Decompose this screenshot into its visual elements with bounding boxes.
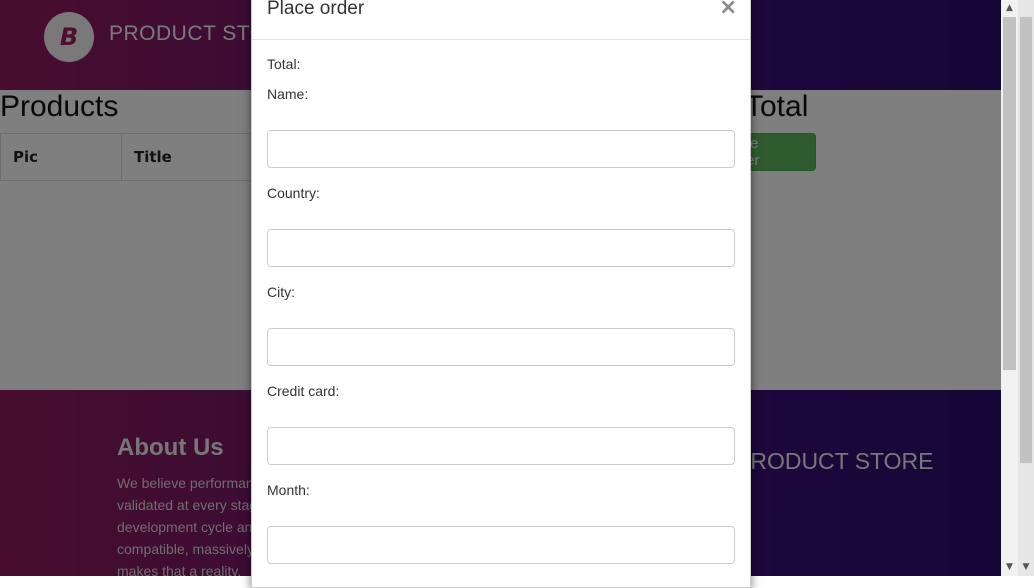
window-scroll-down-icon[interactable]: ▼ xyxy=(1018,559,1034,576)
scroll-down-icon[interactable]: ▼ xyxy=(1001,559,1018,576)
country-label: Country: xyxy=(267,185,320,201)
credit-card-label: Credit card: xyxy=(267,383,340,399)
modal-title: Place order xyxy=(267,0,365,19)
month-label: Month: xyxy=(267,482,310,498)
country-input[interactable] xyxy=(267,229,735,267)
close-icon[interactable]: × xyxy=(719,0,737,19)
city-label: City: xyxy=(267,284,295,300)
city-input[interactable] xyxy=(267,328,735,366)
month-input[interactable] xyxy=(267,526,735,564)
page-scrollbar[interactable]: ▲ ▼ ▼ xyxy=(1001,0,1034,576)
scroll-up-icon[interactable]: ▲ xyxy=(1001,0,1018,17)
name-input[interactable] xyxy=(267,130,735,168)
total-label: Total: xyxy=(267,56,301,72)
window-scroll-thumb[interactable] xyxy=(1020,17,1032,463)
name-label: Name: xyxy=(267,86,309,102)
place-order-modal: Place order × Total: Name: Country: City… xyxy=(251,0,751,588)
credit-card-input[interactable] xyxy=(267,427,735,465)
modal-header: Place order × xyxy=(252,0,750,40)
modal-scroll-thumb[interactable] xyxy=(1003,17,1016,370)
